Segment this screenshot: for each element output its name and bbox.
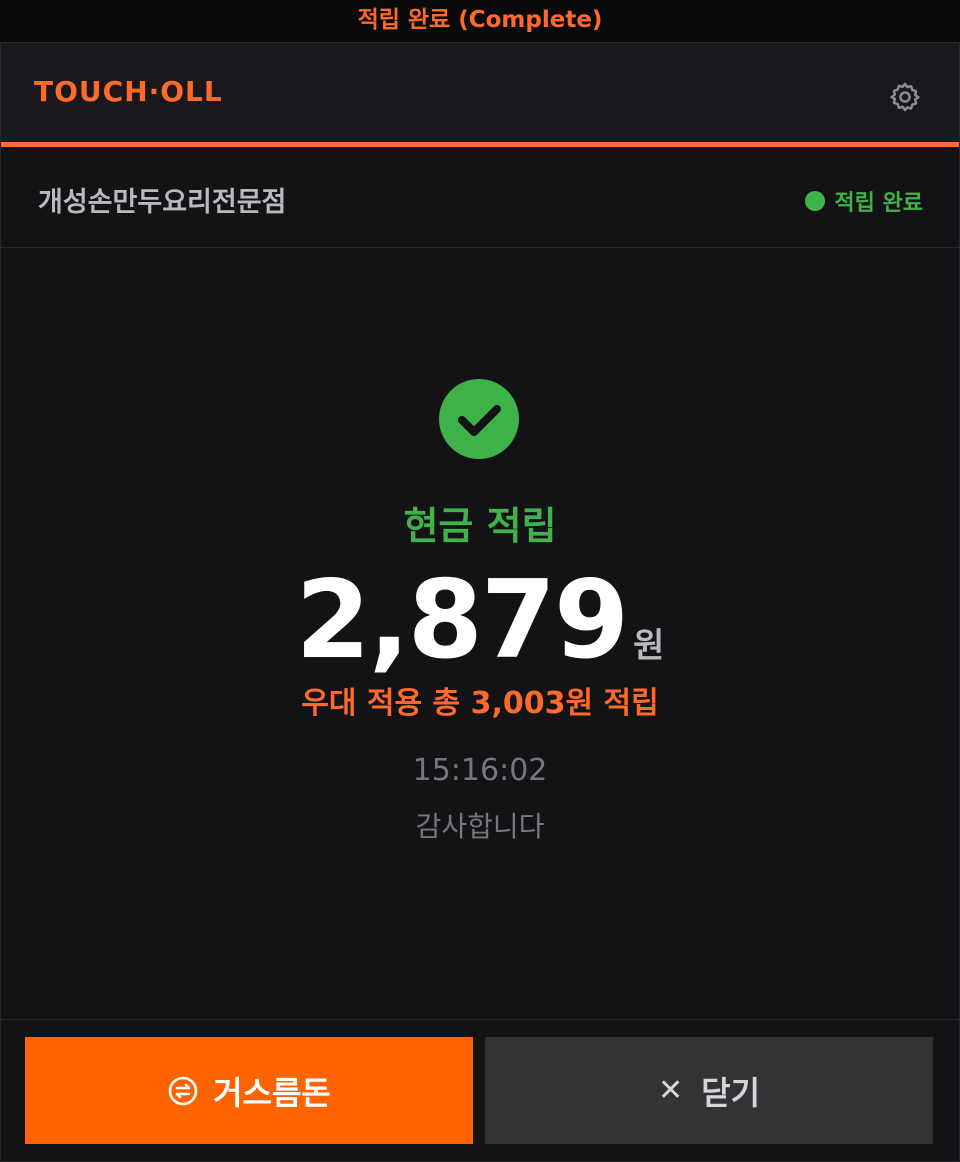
amount-unit: 원	[633, 626, 665, 666]
status-dot-icon	[805, 191, 826, 211]
reward-panel: TOUCH·OLL 개성손만두요리전문점 적립 완료 현금 적립 2,879 원 …	[0, 42, 960, 1162]
close-icon: ✕	[657, 1073, 684, 1108]
thanks-message: 감사합니다	[415, 810, 545, 843]
store-name: 개성손만두요리전문점	[38, 187, 287, 218]
exchange-icon	[167, 1075, 199, 1107]
reward-amount: 2,879 원	[1, 558, 959, 683]
close-button-label: 닫기	[701, 1073, 761, 1112]
settings-button[interactable]	[885, 77, 925, 117]
status-badge: 적립 완료	[805, 185, 923, 217]
action-footer: 거스름돈 ✕ 닫기	[1, 1019, 959, 1162]
change-button-label: 거스름돈	[213, 1073, 331, 1112]
check-circle-icon	[439, 379, 519, 459]
brand-logo: TOUCH·OLL	[34, 75, 223, 108]
window-title: 적립 완료 (Complete)	[0, 0, 960, 42]
amount-value: 2,879	[295, 558, 630, 683]
bonus-text: 우대 적용 총 3,003원 적립	[301, 686, 659, 721]
change-button[interactable]: 거스름돈	[25, 1037, 473, 1144]
close-button[interactable]: ✕ 닫기	[485, 1037, 933, 1144]
store-info-row: 개성손만두요리전문점 적립 완료	[1, 147, 959, 248]
status-label: 적립 완료	[834, 191, 923, 216]
result-content: 현금 적립 2,879 원 우대 적용 총 3,003원 적립 15:16:02 …	[1, 248, 959, 1018]
gear-icon	[890, 82, 920, 112]
timestamp: 15:16:02	[412, 753, 548, 788]
app-header: TOUCH·OLL	[1, 43, 959, 147]
reward-type-label: 현금 적립	[403, 504, 557, 548]
